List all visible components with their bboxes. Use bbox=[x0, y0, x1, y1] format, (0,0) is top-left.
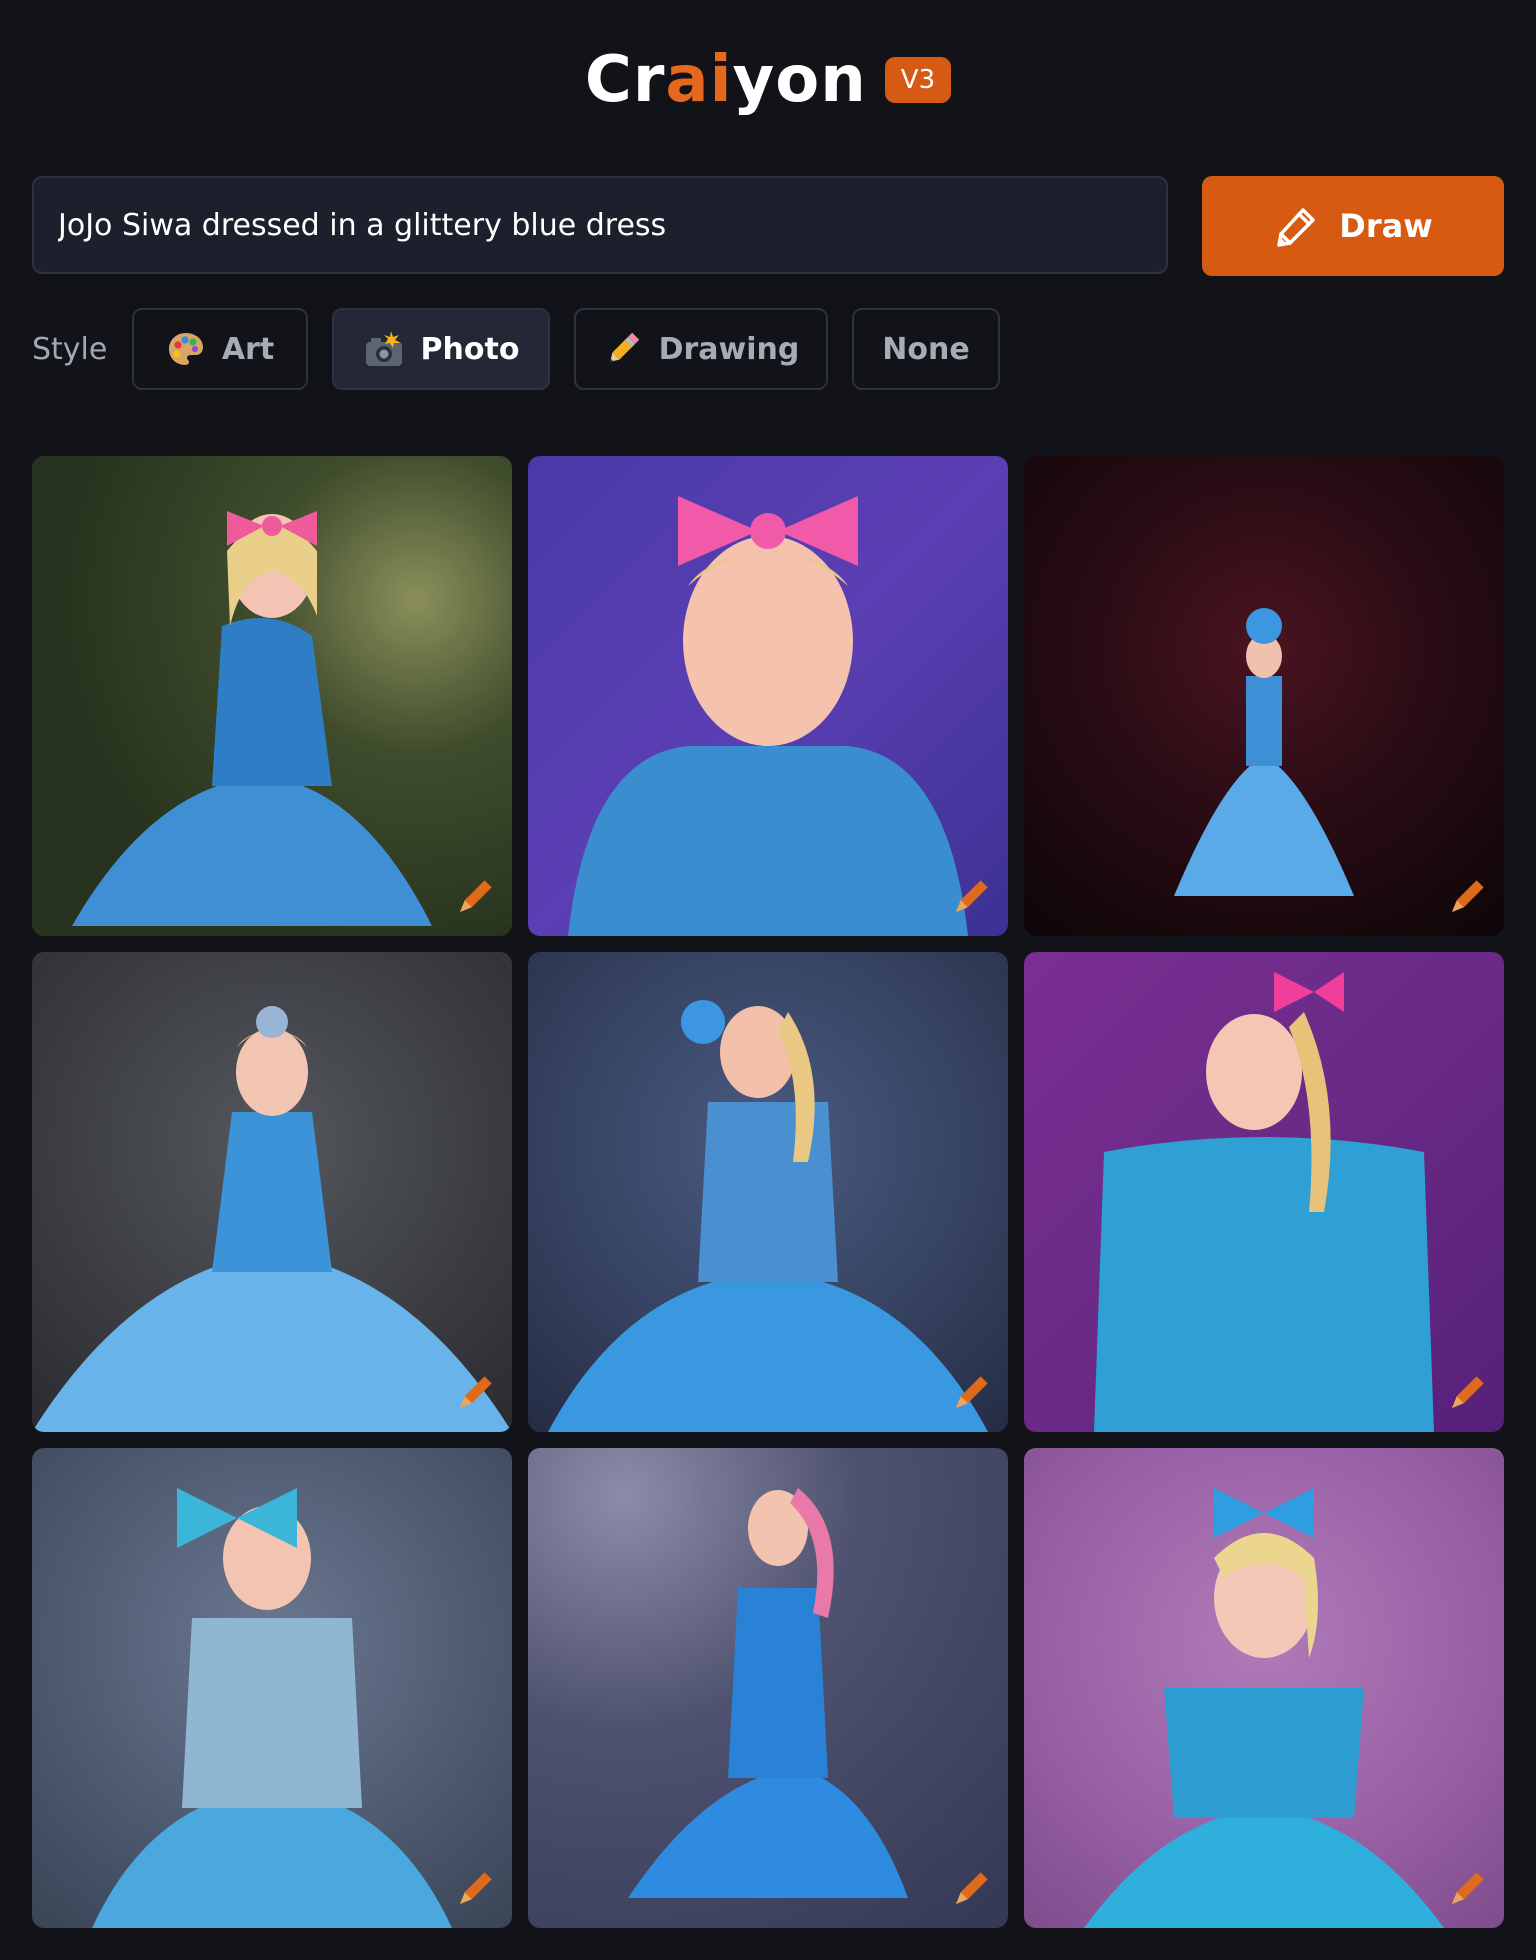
style-option-label: Art bbox=[221, 331, 275, 367]
logo-text-part: Cr bbox=[584, 43, 666, 117]
version-badge: V3 bbox=[884, 57, 952, 103]
result-image[interactable] bbox=[32, 1448, 512, 1928]
figure-illustration bbox=[568, 496, 968, 936]
result-image[interactable] bbox=[32, 456, 512, 936]
figure-illustration bbox=[92, 1488, 452, 1928]
pencil-icon bbox=[1277, 208, 1315, 247]
style-option-label: Photo bbox=[420, 331, 520, 367]
result-image[interactable] bbox=[1024, 456, 1504, 936]
pencil-icon[interactable] bbox=[450, 1866, 498, 1914]
style-option-label: None bbox=[882, 331, 970, 367]
logo-text-accent: ai bbox=[665, 43, 733, 117]
pencil-icon[interactable] bbox=[946, 874, 994, 922]
prompt-input[interactable] bbox=[32, 176, 1168, 274]
pencil-icon[interactable] bbox=[450, 1370, 498, 1418]
result-image[interactable] bbox=[528, 1448, 1008, 1928]
style-option-photo[interactable]: Photo bbox=[332, 308, 550, 390]
style-option-art[interactable]: Art bbox=[132, 308, 308, 390]
style-option-drawing[interactable]: Drawing bbox=[574, 308, 828, 390]
figure-illustration bbox=[1174, 608, 1354, 896]
figure-illustration bbox=[72, 511, 432, 926]
pencil-icon[interactable] bbox=[946, 1370, 994, 1418]
result-image[interactable] bbox=[32, 952, 512, 1432]
result-image[interactable] bbox=[528, 456, 1008, 936]
figure-illustration bbox=[1094, 972, 1434, 1432]
pencil-icon bbox=[609, 332, 639, 362]
figure-illustration bbox=[32, 1006, 512, 1432]
pencil-icon[interactable] bbox=[1442, 1866, 1490, 1914]
result-image[interactable] bbox=[528, 952, 1008, 1432]
pencil-icon[interactable] bbox=[1442, 874, 1490, 922]
pencil-icon[interactable] bbox=[946, 1866, 994, 1914]
style-option-label: Drawing bbox=[658, 331, 800, 367]
draw-button-label: Draw bbox=[1339, 207, 1433, 245]
results-grid bbox=[32, 456, 1504, 1928]
figure-illustration bbox=[1084, 1488, 1444, 1928]
style-label: Style bbox=[32, 332, 108, 367]
craiyon-page: Craiyon V3 Draw Style Art bbox=[0, 0, 1536, 1960]
figure-illustration bbox=[548, 1000, 988, 1432]
result-image[interactable] bbox=[1024, 1448, 1504, 1928]
craiyon-logo[interactable]: Craiyon bbox=[585, 43, 867, 117]
draw-button[interactable]: Draw bbox=[1202, 176, 1504, 276]
pencil-icon[interactable] bbox=[1442, 1370, 1490, 1418]
camera-flash-icon bbox=[365, 331, 402, 366]
pencil-icon[interactable] bbox=[450, 874, 498, 922]
figure-illustration bbox=[628, 1488, 908, 1898]
result-image[interactable] bbox=[1024, 952, 1504, 1432]
style-option-none[interactable]: None bbox=[852, 308, 1000, 390]
header: Craiyon V3 bbox=[0, 40, 1536, 120]
palette-icon bbox=[168, 333, 203, 365]
logo-text-part: yon bbox=[732, 43, 867, 117]
